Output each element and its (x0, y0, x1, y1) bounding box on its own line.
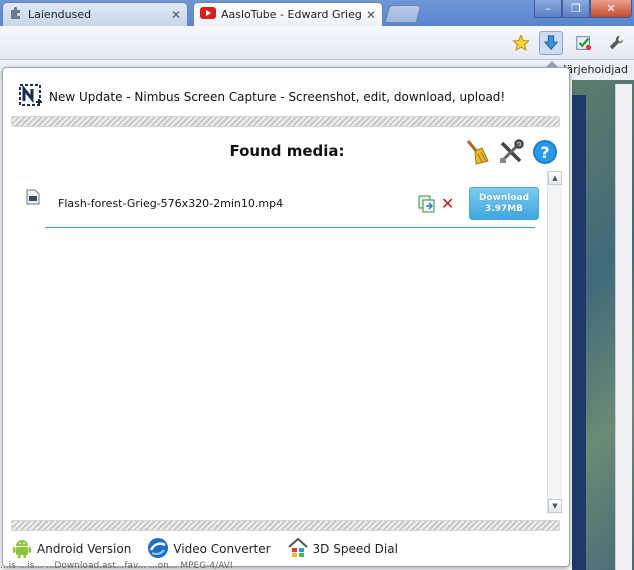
copy-link-icon[interactable] (418, 195, 436, 216)
minimize-button[interactable]: – (534, 0, 562, 18)
svg-text:?: ? (540, 143, 549, 162)
tool-icons: ? (463, 138, 559, 166)
header-divider (11, 116, 560, 127)
footer-link-label: Video Converter (173, 542, 271, 556)
page-bottom-text: ...is ...is... ...Download.ast...fav... … (0, 561, 233, 570)
update-text: New Update - Nimbus Screen Capture - Scr… (49, 90, 506, 104)
media-list: Flash-forest-Grieg-576x320-2min10.mp4 ✕ … (11, 171, 562, 514)
scroll-up-arrow[interactable]: ▲ (548, 171, 562, 185)
page-side-strip (572, 95, 586, 570)
android-version-link[interactable]: Android Version (11, 537, 131, 562)
speed-dial-icon (287, 537, 309, 562)
update-banner[interactable]: New Update - Nimbus Screen Capture - Scr… (19, 83, 506, 111)
broom-icon[interactable] (463, 138, 491, 166)
speed-dial-link[interactable]: 3D Speed Dial (287, 537, 398, 562)
puzzle-icon (9, 6, 23, 23)
new-tab-button[interactable] (384, 5, 422, 23)
download-button[interactable]: Download 3.97MB (469, 187, 539, 220)
other-bookmarks-link[interactable]: Järjehoidjad (563, 63, 628, 76)
page-scrollbar[interactable] (615, 84, 632, 570)
video-file-icon (26, 189, 40, 208)
footer-divider (11, 520, 560, 531)
tools-icon[interactable] (497, 138, 525, 166)
nimbus-logo-icon (19, 83, 43, 111)
converter-icon (147, 537, 169, 562)
downloader-popup: New Update - Nimbus Screen Capture - Scr… (2, 67, 570, 567)
star-icon[interactable] (509, 31, 533, 55)
tab-label: AasloTube - Edward Grieg - M (221, 8, 362, 21)
footer-link-label: 3D Speed Dial (312, 542, 398, 556)
scroll-down-arrow[interactable]: ▼ (548, 499, 562, 513)
popup-footer: Android Version Video Converter 3D Speed… (11, 534, 561, 564)
media-item: Flash-forest-Grieg-576x320-2min10.mp4 ✕ … (11, 179, 547, 228)
video-converter-link[interactable]: Video Converter (147, 537, 271, 562)
help-icon[interactable]: ? (531, 138, 559, 166)
media-file-name: Flash-forest-Grieg-576x320-2min10.mp4 (58, 197, 284, 210)
youtube-icon (200, 7, 216, 22)
android-icon (11, 537, 33, 562)
download-label: Download (478, 193, 530, 203)
wrench-icon[interactable] (604, 31, 628, 55)
browser-toolbar (0, 26, 634, 60)
media-list-scrollbar[interactable]: ▲ ▼ (547, 171, 562, 514)
delete-icon[interactable]: ✕ (441, 194, 454, 213)
tab-strip: Laiendused ✕ AasloTube - Edward Grieg - … (0, 0, 634, 26)
maximize-button[interactable]: ❐ (562, 0, 590, 18)
tab-close-icon[interactable]: ✕ (171, 8, 181, 22)
tab-label: Laiendused (28, 8, 92, 21)
download-arrow-icon[interactable] (539, 31, 563, 55)
close-window-button[interactable]: ✕ (590, 0, 632, 18)
download-size: 3.97MB (484, 204, 524, 214)
tab-extensions[interactable]: Laiendused ✕ (2, 2, 188, 26)
tab-aaslotube[interactable]: AasloTube - Edward Grieg - M ✕ (193, 2, 383, 26)
check-extension-icon[interactable] (572, 31, 596, 55)
tab-close-icon[interactable]: ✕ (366, 8, 376, 22)
row-separator (45, 227, 535, 228)
footer-link-label: Android Version (37, 542, 132, 556)
